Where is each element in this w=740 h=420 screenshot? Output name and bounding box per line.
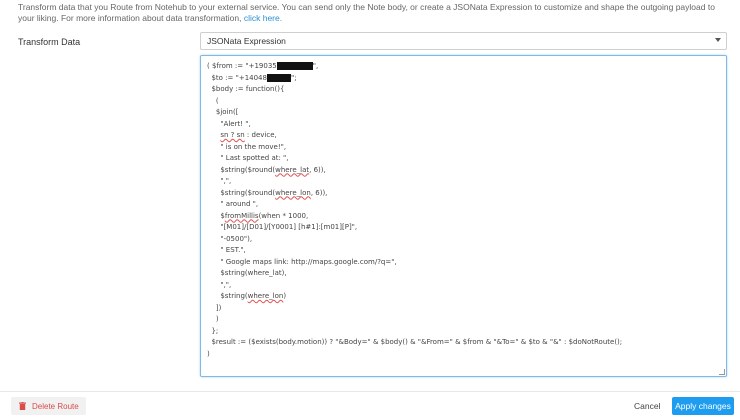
trash-icon [19,402,26,410]
code-line: $join([ [207,108,239,116]
code-line: $to := "+14048 "; [207,73,297,82]
code-line: $string($round(where_lat, 6)), [207,165,326,174]
intro-description: Transform data that you Route from Noteh… [18,2,715,23]
code-line: $body := function(){ [207,85,285,93]
transform-type-select[interactable]: JSONata Expression [200,32,727,50]
chevron-down-icon [715,38,721,42]
code-line: "Alert! ", [207,119,251,128]
transform-data-label: Transform Data [18,37,81,47]
code-line: "[M01]/[D01]/[Y0001] [h#1]:[m01][P]", [207,223,358,231]
code-line: ( [207,96,219,105]
code-line: ]) [207,303,222,312]
transform-type-value: JSONata Expression [207,36,286,46]
code-line: ) [207,315,219,323]
code-line: $result := ($exists(body.motion)) ? "&Bo… [207,338,623,346]
code-line: $fromMillis(when * 1000, [207,211,309,220]
cancel-button[interactable]: Cancel [630,399,664,413]
code-line: ) [207,349,210,358]
jsonata-expression-editor[interactable]: ( $from := "+19035 ", $to := "+14048 "; $b… [200,55,727,377]
code-line: $string($round(where_lon, 6)), [207,188,328,197]
resize-handle[interactable] [719,369,725,375]
code-line: $string(where_lon) [207,292,287,300]
code-line: " Last spotted at: ", [207,154,289,162]
code-line: sn ? sn : device, [220,131,277,139]
code-line: "-0500"), [207,234,253,243]
intro-text: Transform data that you Route from Noteh… [18,2,730,24]
footer-divider [0,391,740,392]
code-line: " around ", [207,200,259,208]
code-line: }; [207,326,219,335]
code-line: ",", [207,177,232,185]
code-line: " EST.", [207,246,246,254]
redacted-block [266,73,291,82]
apply-changes-button[interactable]: Apply changes [672,397,734,415]
redacted-block [276,62,313,70]
click-here-link[interactable]: click here. [244,13,282,23]
code-line: " Google maps link: http://maps.google.c… [207,257,397,266]
code-line: ( $from := "+19035 ", [207,62,319,70]
code-line: " is on the move!", [207,142,287,151]
delete-route-label: Delete Route [32,401,79,411]
code-line: ",", [207,280,232,289]
delete-route-button[interactable]: Delete Route [11,397,86,415]
code-line: $string(where_lat), [207,269,287,277]
